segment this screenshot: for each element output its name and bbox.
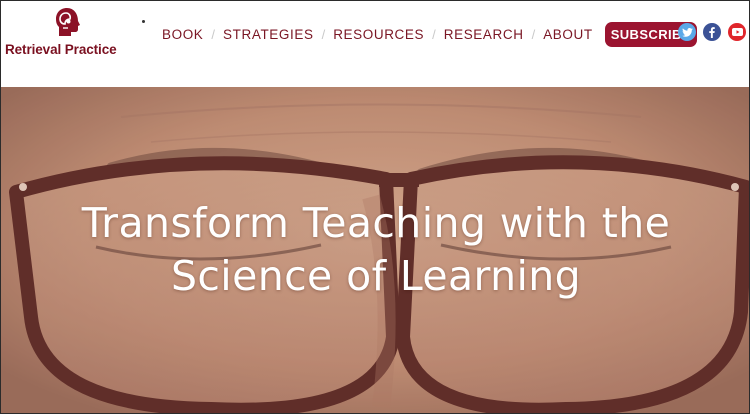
youtube-icon[interactable]: [728, 23, 746, 41]
site-logo[interactable]: Retrieval Practice: [5, 7, 129, 65]
hero-headline: Transform Teaching with the Science of L…: [1, 197, 749, 303]
site-header: Retrieval Practice BOOK / STRATEGIES / R…: [1, 1, 749, 87]
hero-banner: Transform Teaching with the Science of L…: [1, 87, 749, 413]
nav-research[interactable]: RESEARCH: [444, 27, 524, 42]
brand-name: Retrieval Practice: [5, 42, 117, 57]
nav-separator: /: [321, 26, 326, 42]
main-nav: BOOK / STRATEGIES / RESOURCES / RESEARCH…: [162, 21, 697, 47]
nav-book[interactable]: BOOK: [162, 27, 203, 42]
nav-separator: /: [432, 26, 436, 42]
head-profile-icon: [56, 8, 80, 36]
decorative-dot: [142, 20, 145, 23]
facebook-icon[interactable]: [703, 23, 721, 41]
twitter-icon[interactable]: [678, 23, 696, 41]
nav-strategies[interactable]: STRATEGIES: [223, 27, 314, 42]
nav-resources[interactable]: RESOURCES: [333, 27, 424, 42]
page-frame: Retrieval Practice BOOK / STRATEGIES / R…: [0, 0, 750, 414]
hero-headline-line1: Transform Teaching with the: [81, 199, 671, 247]
nav-about[interactable]: ABOUT: [543, 27, 593, 42]
nav-separator: /: [531, 26, 536, 42]
hero-headline-line2: Science of Learning: [170, 252, 582, 300]
nav-separator: /: [211, 26, 216, 42]
